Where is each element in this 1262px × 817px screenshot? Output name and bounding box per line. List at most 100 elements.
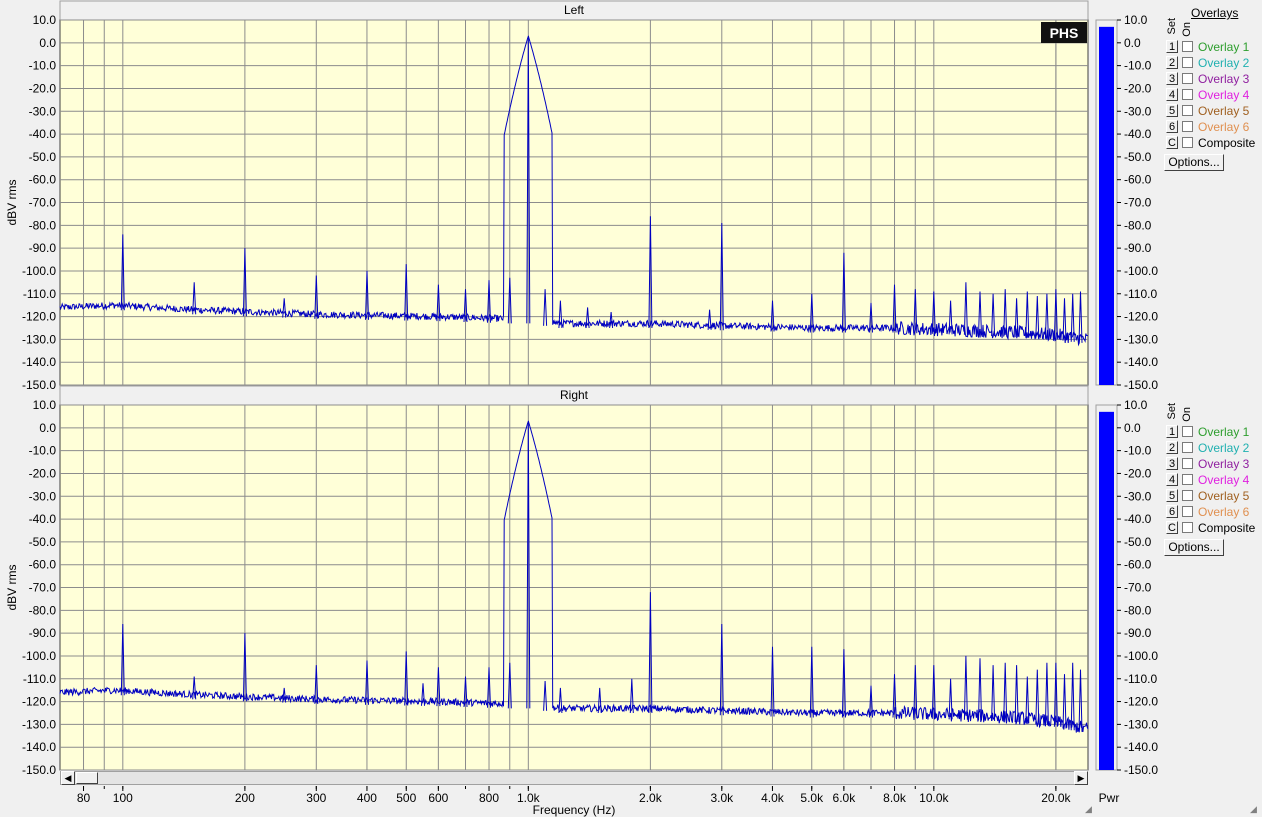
x-tick-label: 200 <box>235 791 255 805</box>
y-tick-label: -150.0 <box>22 378 56 392</box>
meter-tick-label: -90.0 <box>1124 626 1152 640</box>
overlay-set-button[interactable]: 5 <box>1166 489 1178 502</box>
resize-grip-icon[interactable]: ◢ <box>1085 804 1095 814</box>
overlay-set-button[interactable]: 1 <box>1166 40 1178 53</box>
overlay-on-checkbox[interactable] <box>1182 506 1193 517</box>
options-button[interactable]: Options... <box>1164 154 1224 171</box>
overlay-set-button[interactable]: 5 <box>1166 104 1178 117</box>
meter-tick-label: -30.0 <box>1124 104 1152 118</box>
meter-tick-label: -20.0 <box>1124 81 1152 95</box>
overlay-row: 6 Overlay 6 <box>1164 120 1262 135</box>
y-tick-label: -150.0 <box>22 763 56 777</box>
overlay-set-button[interactable]: C <box>1166 136 1178 149</box>
x-tick-label: 5.0k <box>800 791 824 805</box>
overlay-on-checkbox[interactable] <box>1182 137 1193 148</box>
scroll-left-icon[interactable]: ◀ <box>61 771 75 785</box>
overlay-on-checkbox[interactable] <box>1182 121 1193 132</box>
overlay-row: 4 Overlay 4 <box>1164 88 1262 103</box>
meter-tick-label: -150.0 <box>1124 378 1158 392</box>
spectrum-chart-canvas: Left 10.0 0.0 -10.0 -20.0 -30.0 -40.0 -50.0 -60.… <box>5 0 1158 817</box>
meter-tick-label: -140.0 <box>1124 355 1158 369</box>
x-tick-label: 6.0k <box>833 791 857 805</box>
meter-tick-label: 10.0 <box>1124 398 1148 412</box>
set-column-header: Set <box>1166 403 1178 420</box>
overlay-on-checkbox[interactable] <box>1182 490 1193 501</box>
x-tick-label: 600 <box>428 791 448 805</box>
overlay-set-button[interactable]: 3 <box>1166 72 1178 85</box>
overlay-row: C Composite <box>1164 521 1262 536</box>
meter-tick-label: -60.0 <box>1124 173 1152 187</box>
overlay-set-button[interactable]: 2 <box>1166 441 1178 454</box>
meter-tick-label: -50.0 <box>1124 150 1152 164</box>
overlay-on-checkbox[interactable] <box>1182 57 1193 68</box>
overlay-set-button[interactable]: 1 <box>1166 425 1178 438</box>
scrollbar-thumb[interactable] <box>76 772 98 784</box>
overlay-on-checkbox[interactable] <box>1182 426 1193 437</box>
overlay-set-button[interactable]: 6 <box>1166 120 1178 133</box>
meter-tick-label: -110.0 <box>1124 672 1157 686</box>
overlay-on-checkbox[interactable] <box>1182 73 1193 84</box>
meter-tick-label: -120.0 <box>1124 695 1158 709</box>
meter-tick-label: -100.0 <box>1124 264 1158 278</box>
overlay-label: Overlay 1 <box>1198 425 1250 439</box>
y-tick-label: -60.0 <box>29 173 57 187</box>
left-channel-chart: Left 10.0 0.0 -10.0 -20.0 -30.0 -40.0 -50.0 -60.… <box>5 0 1158 392</box>
overlay-on-checkbox[interactable] <box>1182 41 1193 52</box>
overlay-label: Overlay 2 <box>1198 56 1250 70</box>
overlay-set-button[interactable]: 4 <box>1166 88 1178 101</box>
overlay-label: Composite <box>1198 521 1256 535</box>
meter-tick-label: -100.0 <box>1124 649 1158 663</box>
y-tick-label: -100.0 <box>22 649 56 663</box>
overlay-set-button[interactable]: C <box>1166 521 1178 534</box>
overlay-set-button[interactable]: 3 <box>1166 457 1178 470</box>
meter-tick-label: -40.0 <box>1124 512 1152 526</box>
resize-grip-icon[interactable]: ◢ <box>1250 804 1260 814</box>
pwr-label: Pwr <box>1099 791 1120 805</box>
meter-tick-label: -40.0 <box>1124 127 1152 141</box>
overlay-set-button[interactable]: 4 <box>1166 473 1178 486</box>
meter-tick-label: 10.0 <box>1124 13 1148 27</box>
chart-title: Right <box>560 388 589 402</box>
y-tick-label: 0.0 <box>39 421 56 435</box>
overlays-panel-left: Overlays Set On 1 Overlay 1 2 Overlay 2 3 Ove… <box>1164 0 1262 180</box>
y-tick-label: -100.0 <box>22 264 56 278</box>
scroll-right-icon[interactable]: ▶ <box>1074 771 1088 785</box>
meter-tick-label: -70.0 <box>1124 196 1152 210</box>
meter-tick-label: -10.0 <box>1124 59 1152 73</box>
overlay-label: Overlay 4 <box>1198 88 1250 102</box>
overlay-set-button[interactable]: 2 <box>1166 56 1178 69</box>
overlay-on-checkbox[interactable] <box>1182 89 1193 100</box>
y-tick-label: -140.0 <box>22 740 56 754</box>
meter-tick-label: -110.0 <box>1124 287 1157 301</box>
overlay-on-checkbox[interactable] <box>1182 105 1193 116</box>
overlay-row: 3 Overlay 3 <box>1164 72 1262 87</box>
overlay-on-checkbox[interactable] <box>1182 522 1193 533</box>
meter-tick-label: -10.0 <box>1124 444 1152 458</box>
overlay-on-checkbox[interactable] <box>1182 442 1193 453</box>
chart-title: Left <box>564 3 585 17</box>
overlay-set-button[interactable]: 6 <box>1166 505 1178 518</box>
overlay-label: Overlay 6 <box>1198 120 1250 134</box>
on-column-header: On <box>1181 22 1193 37</box>
x-tick-label: 800 <box>479 791 499 805</box>
meter-tick-label: 0.0 <box>1124 36 1141 50</box>
right-channel-chart: Right 10.0 0.0 -10.0 -20.0 -30.0 -40.0 -50.0 -60… <box>5 385 1158 777</box>
meter-tick-label: -80.0 <box>1124 218 1152 232</box>
overlay-on-checkbox[interactable] <box>1182 458 1193 469</box>
meter-tick-label: -90.0 <box>1124 241 1152 255</box>
y-tick-label: -90.0 <box>29 626 57 640</box>
meter-tick-label: -130.0 <box>1124 717 1158 731</box>
y-tick-label: -120.0 <box>22 695 56 709</box>
x-tick-label: 300 <box>306 791 326 805</box>
y-tick-label: 10.0 <box>33 398 57 412</box>
options-button[interactable]: Options... <box>1164 539 1224 556</box>
meter-tick-label: 0.0 <box>1124 421 1141 435</box>
horizontal-scrollbar[interactable]: ◀ ▶ <box>60 771 1088 785</box>
overlay-row: 1 Overlay 1 <box>1164 425 1262 440</box>
y-tick-label: -40.0 <box>29 127 57 141</box>
y-tick-label: -90.0 <box>29 241 57 255</box>
y-tick-label: 10.0 <box>33 13 57 27</box>
overlay-label: Composite <box>1198 136 1256 150</box>
overlay-row: C Composite <box>1164 136 1262 151</box>
overlay-on-checkbox[interactable] <box>1182 474 1193 485</box>
